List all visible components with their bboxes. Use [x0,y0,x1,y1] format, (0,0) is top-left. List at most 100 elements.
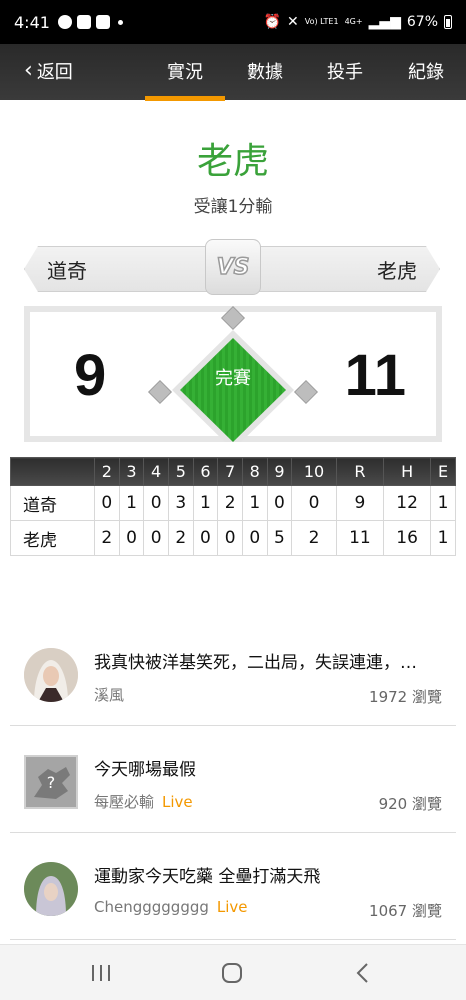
tab-pitchers[interactable]: 投手 [305,58,385,84]
post-author: Chengggggggg [94,898,209,916]
table-cell: 5 [266,520,293,556]
table-cell: 16 [382,520,432,556]
table-cell: 0 [94,485,120,521]
table-cell: 1 [430,485,456,521]
post-title: 我真快被洋基笑死，二出局，失誤連連，… [94,653,417,673]
post-title: 今天哪場最假 [94,760,196,780]
table-cell: 2 [167,520,194,556]
col-header: R [335,457,384,486]
more-notifications-icon [117,19,123,25]
table-cell: 1 [430,520,456,556]
gallery-icon [76,15,91,29]
unknown-user-icon: ? [26,757,76,807]
battery-percent: 67% [406,14,438,30]
col-header: 8 [241,457,268,486]
col-header: 3 [118,457,145,486]
col-header: 2 [94,457,120,486]
post-views: 920 瀏覽 [378,795,442,813]
table-cell: 9 [335,485,384,521]
svg-text:?: ? [47,773,56,792]
table-cell: 0 [143,485,169,521]
col-header: 6 [192,457,219,486]
linescore-header-row: 2 3 4 5 6 7 8 9 10 R H E [10,457,456,486]
post-views: 1972 瀏覽 [369,688,442,706]
chevron-left-icon: ‹ [24,58,33,83]
post-meta: Chengggggggg Live [94,898,248,916]
table-cell: 1 [192,485,219,521]
home-team-name: 老虎 [250,246,440,292]
mute-icon: ✕ [287,14,299,30]
table-cell: 2 [94,520,120,556]
post-author: 溪風 [94,686,125,704]
avatar [24,648,78,702]
vs-badge: VS [205,239,261,295]
post-author: 每壓必輸 [94,793,155,811]
recent-apps-button[interactable] [86,959,116,987]
mail-icon [95,15,110,29]
score-board: 9 11 完賽 [24,306,442,442]
home-score: 11 [344,343,406,408]
post-meta: 溪風 [94,684,124,705]
row-team: 老虎 [10,520,95,556]
game-status: 完賽 [215,368,251,389]
status-right: ⏰ ✕ Vo) LTE1 4G+ ▂▄▆ 67% [264,14,452,30]
post-title: 運動家今天吃藥 全壘打滿天飛 [94,867,321,887]
table-cell: 0 [266,485,293,521]
back-label: 返回 [36,62,73,83]
signal-icon: ▂▄▆ [368,14,401,30]
avatar [24,862,78,916]
matchup-strip: 道奇 老虎 VS [24,239,440,295]
tab-records[interactable]: 紀錄 [386,58,466,84]
battery-icon [444,15,452,29]
table-cell: 0 [217,520,243,556]
status-bar: 4:41 ⏰ ✕ Vo) LTE1 4G+ ▂▄▆ 67% [0,0,466,44]
volte-indicator: Vo) LTE1 [304,17,339,26]
team-title: 老虎 [196,141,269,182]
user-avatar-icon [24,862,78,916]
alarm-icon: ⏰ [263,14,282,30]
line-app-icon [57,15,72,29]
top-nav-bar: ‹ 返回 實況 數據 投手 紀錄 [0,44,466,101]
table-cell: 3 [167,485,194,521]
table-cell: 0 [143,520,169,556]
linescore-table: 2 3 4 5 6 7 8 9 10 R H E 道奇 0 1 0 3 1 2 … [10,457,456,556]
game-page: 4:41 ⏰ ✕ Vo) LTE1 4G+ ▂▄▆ 67% ‹ 返回 實況 數據… [0,0,466,1000]
list-item[interactable]: 我真快被洋基笑死，二出局，失誤連連，… 溪風 1972 瀏覽 [10,620,456,726]
system-nav-bar [0,944,466,1000]
user-avatar-icon [24,648,78,702]
table-cell: 12 [382,485,432,521]
system-back-button[interactable] [348,959,378,987]
status-time: 4:41 [14,12,50,32]
avatar: ? [24,755,78,809]
list-item[interactable]: 運動家今天吃藥 全壘打滿天飛 Chengggggggg Live 1067 瀏覽 [10,834,456,940]
row-team: 道奇 [10,485,95,521]
home-button[interactable] [217,959,247,987]
col-header: 7 [217,457,243,486]
table-cell: 0 [241,520,268,556]
tab-stats[interactable]: 數據 [225,58,305,84]
post-views: 1067 瀏覽 [369,902,442,920]
away-team-name: 道奇 [24,246,214,292]
bet-result: 受讓1分輸 [193,197,273,217]
away-score: 9 [74,343,107,408]
col-header: 10 [291,457,337,486]
col-header: H [382,457,432,486]
table-row: 老虎 2 0 0 2 0 0 0 5 2 11 16 1 [10,520,456,556]
table-cell: 0 [291,485,337,521]
live-badge: Live [216,898,248,916]
list-item[interactable]: ? 今天哪場最假 每壓必輸 Live 920 瀏覽 [10,727,456,833]
table-cell: 1 [118,485,145,521]
col-header: 5 [167,457,194,486]
table-cell: 11 [335,520,384,556]
table-cell: 1 [241,485,268,521]
table-cell: 2 [291,520,337,556]
table-row: 道奇 0 1 0 3 1 2 1 0 0 9 12 1 [10,485,456,521]
linescore-corner [10,457,95,486]
col-header: 9 [266,457,293,486]
col-header: 4 [143,457,169,486]
back-button[interactable]: ‹ 返回 [24,58,73,84]
table-cell: 0 [118,520,145,556]
table-cell: 0 [192,520,219,556]
tab-live[interactable]: 實況 [145,58,225,101]
network-indicator: 4G+ [344,17,363,26]
